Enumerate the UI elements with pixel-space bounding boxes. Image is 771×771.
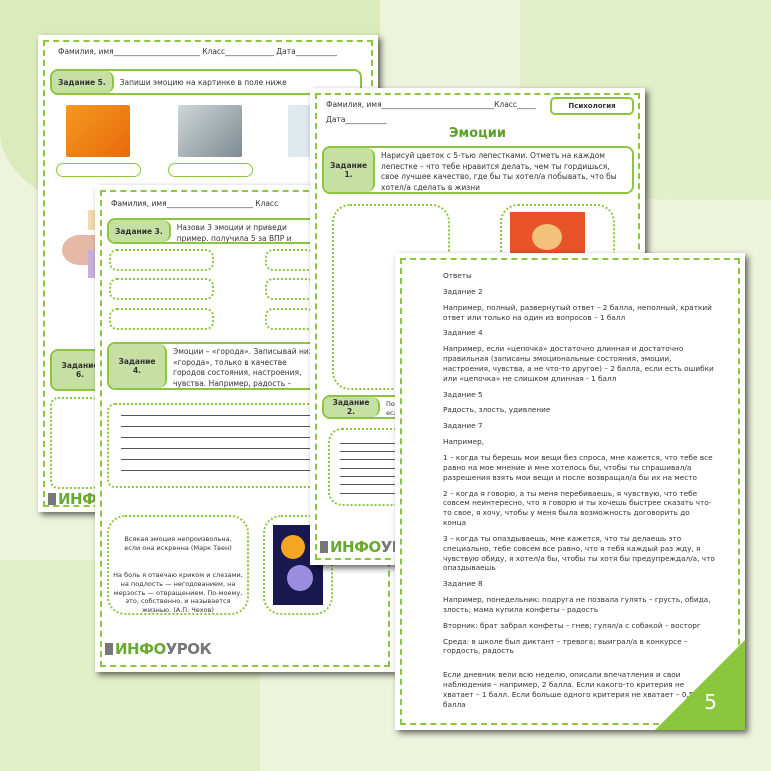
- answer-box[interactable]: [109, 278, 214, 300]
- illustration-face: [281, 535, 305, 559]
- answers-page: Ответы Задание 2 Например, полный, разве…: [395, 253, 745, 730]
- writing-line: [121, 459, 321, 460]
- answer-box[interactable]: [265, 278, 315, 300]
- writing-line: [340, 468, 400, 469]
- answer-box[interactable]: [109, 308, 214, 330]
- writing-line: [340, 493, 400, 494]
- answers-title: Ответы: [443, 271, 472, 280]
- answer-item: 2 – когда я говорю, а ты меня перебиваеш…: [443, 488, 712, 528]
- answer-box[interactable]: [109, 249, 214, 271]
- writing-line: [340, 476, 400, 477]
- writing-line: [340, 484, 400, 485]
- task1: Задание 1. Нарисуй цветок с 5-тью лепест…: [322, 146, 634, 194]
- answer-item: 1 – когда ты берешь мои вещи без спроса,…: [443, 452, 713, 482]
- hands-illustration: [532, 224, 562, 250]
- writing-line: [340, 451, 400, 452]
- answer-item: Например, если «цепочка» достаточно длин…: [443, 344, 714, 383]
- page-number: 5: [704, 690, 717, 714]
- answer-item: Например, полный, развернутый ответ – 2 …: [443, 302, 712, 322]
- task2: Задание 2. Под есл: [322, 395, 402, 419]
- answer-box[interactable]: [50, 397, 100, 489]
- answer-box[interactable]: [265, 308, 315, 330]
- answer-item: Радость, злость, удивление: [443, 405, 551, 415]
- task-text: Запиши эмоцию на картинке в поле ниже: [119, 78, 287, 87]
- answer-item: Задание 5: [443, 389, 483, 399]
- student-header: Фамилия, имя_______________________ Клас…: [58, 47, 337, 56]
- date-field: Дата___________: [326, 115, 387, 124]
- answer-item: Например,: [443, 437, 485, 447]
- task-label: Задание 2.: [324, 397, 380, 417]
- writing-line: [121, 415, 321, 416]
- quote-twain: Всякая эмоция непроизвольна, если она ис…: [124, 535, 232, 552]
- writing-line: [340, 459, 400, 460]
- student-header: Фамилия, имя____________________________…: [326, 100, 536, 109]
- writing-line: [121, 437, 321, 438]
- student-header: Фамилия, имя_______________________ Клас…: [111, 199, 279, 208]
- answer-item: Задание 8: [443, 579, 483, 589]
- emotion-photo: [66, 105, 130, 157]
- answer-field[interactable]: [168, 163, 253, 177]
- task-label: Задание 1.: [324, 148, 376, 192]
- emotion-photo: [178, 105, 242, 157]
- answer-item: Задание 2: [443, 286, 483, 296]
- answer-item: Задание 4: [443, 328, 483, 338]
- task-label: Задание 3.: [109, 220, 171, 242]
- corner-triangle: [655, 640, 745, 730]
- illustration-face: [287, 565, 313, 591]
- task-text: Нарисуй цветок с 5-тью лепестками. Отмет…: [381, 151, 617, 192]
- subject-badge: Психология: [550, 97, 634, 115]
- page-title: Эмоции: [449, 126, 506, 141]
- answer-box[interactable]: [265, 249, 315, 271]
- writing-line: [121, 470, 321, 471]
- answer-item: Задание 7: [443, 421, 483, 431]
- task-text: Эмоции – «города». Записывай ниже «город…: [173, 347, 320, 388]
- task-label: Задание 5.: [52, 71, 114, 93]
- task-label: Задание 4.: [109, 344, 167, 388]
- answer-item: 3 – когда ты опаздываешь, мне кажется, ч…: [443, 533, 715, 573]
- writing-line: [340, 443, 400, 444]
- infourok-logo: ИНФОУРОК: [105, 640, 212, 658]
- task-text: Назови 3 эмоции и приведи пример. получи…: [176, 223, 292, 243]
- quote-chekhov: На боль я отвечаю криком и слезами, на п…: [113, 571, 243, 615]
- answer-item: Вторник: брат забрал конфеты – гнев; гул…: [443, 620, 701, 630]
- writing-line: [121, 448, 321, 449]
- writing-line: [121, 426, 321, 427]
- answer-field[interactable]: [56, 163, 141, 177]
- answer-item: Например, понедельник: подруга не позвал…: [443, 595, 711, 614]
